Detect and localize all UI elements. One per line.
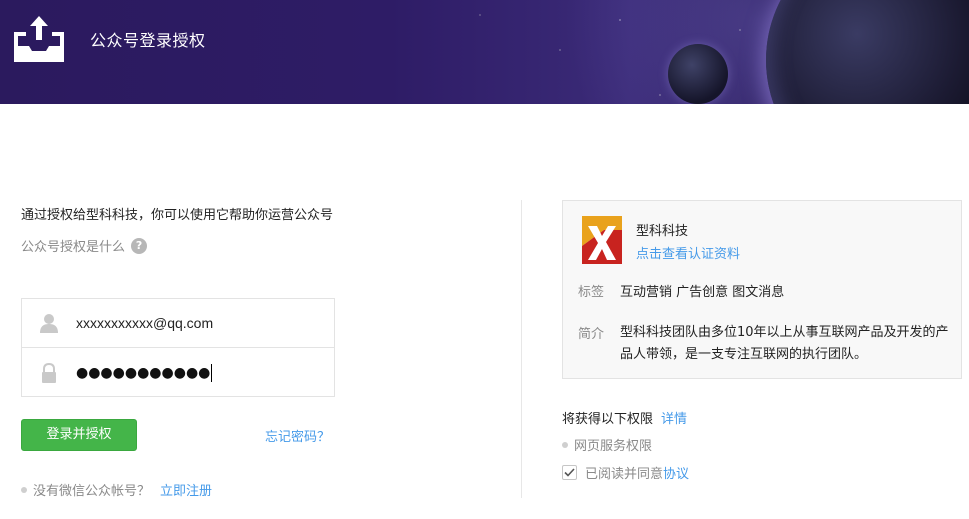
what-is-auth-label: 公众号授权是什么 [21, 240, 126, 255]
register-line: 没有微信公众帐号？ 立即注册 [21, 480, 212, 499]
user-icon [22, 299, 76, 348]
view-certification-link[interactable]: 点击查看认证资料 [636, 243, 740, 262]
account-field[interactable]: xxxxxxxxxxx@qq.com [22, 299, 334, 348]
lock-icon [22, 348, 76, 397]
permissions-detail-link[interactable]: 详情 [661, 412, 687, 427]
intro-value: 型科科技团队由多位10年以上从事互联网产品及开发的产品人带领，是一支专注互联网的… [620, 325, 949, 362]
tag-label: 标签 [578, 285, 605, 300]
password-input[interactable]: ●●●●●●●●●●● [76, 365, 210, 381]
permission-item: 网页服务权限 [562, 435, 652, 454]
question-mark-icon[interactable]: ? [131, 237, 148, 254]
header-planet-large [766, 0, 969, 104]
permission-item-label: 网页服务权限 [574, 439, 653, 454]
checkmark-icon [564, 468, 575, 477]
permissions-title-text: 将获得以下权限 [562, 412, 654, 427]
password-field[interactable]: ●●●●●●●●●●● [22, 348, 334, 397]
no-account-text: 没有微信公众帐号？ [33, 484, 151, 499]
register-link[interactable]: 立即注册 [160, 480, 212, 499]
vertical-divider [521, 200, 522, 498]
bullet-dot-icon [562, 441, 568, 448]
agree-text: 已阅读并同意 [585, 467, 664, 482]
forgot-password-link[interactable]: 忘记密码？ [265, 426, 330, 445]
login-authorize-button[interactable]: 登录并授权 [21, 419, 137, 451]
permissions-title: 将获得以下权限 详情 [562, 408, 687, 427]
agree-checkbox[interactable] [562, 465, 577, 480]
account-name: 型科科技 [636, 224, 689, 239]
login-form: xxxxxxxxxxx@qq.com ●●●●●●●●●●● [21, 298, 335, 397]
agreement-line: 已阅读并同意协议 [562, 463, 689, 482]
account-input[interactable]: xxxxxxxxxxx@qq.com [76, 315, 213, 331]
agreement-link[interactable]: 协议 [663, 467, 689, 482]
tag-value: 互动营销 广告创意 图文消息 [620, 285, 785, 300]
what-is-auth-link[interactable]: 公众号授权是什么 ? [21, 236, 148, 255]
brand-logo [582, 216, 622, 264]
account-info-card: 型科科技 点击查看认证资料 标签 互动营销 广告创意 图文消息 简介 型科科技团… [562, 200, 962, 379]
bullet-dot-icon [21, 486, 27, 493]
header-title: 公众号登录授权 [90, 31, 206, 50]
page-header: 公众号登录授权 [0, 0, 969, 104]
auth-intro-text: 通过授权给型科科技，你可以使用它帮助你运营公众号 [21, 208, 334, 223]
header-planet-small [668, 44, 728, 104]
text-cursor [211, 363, 213, 382]
upload-tray-icon [12, 10, 66, 64]
intro-label: 简介 [578, 327, 605, 342]
